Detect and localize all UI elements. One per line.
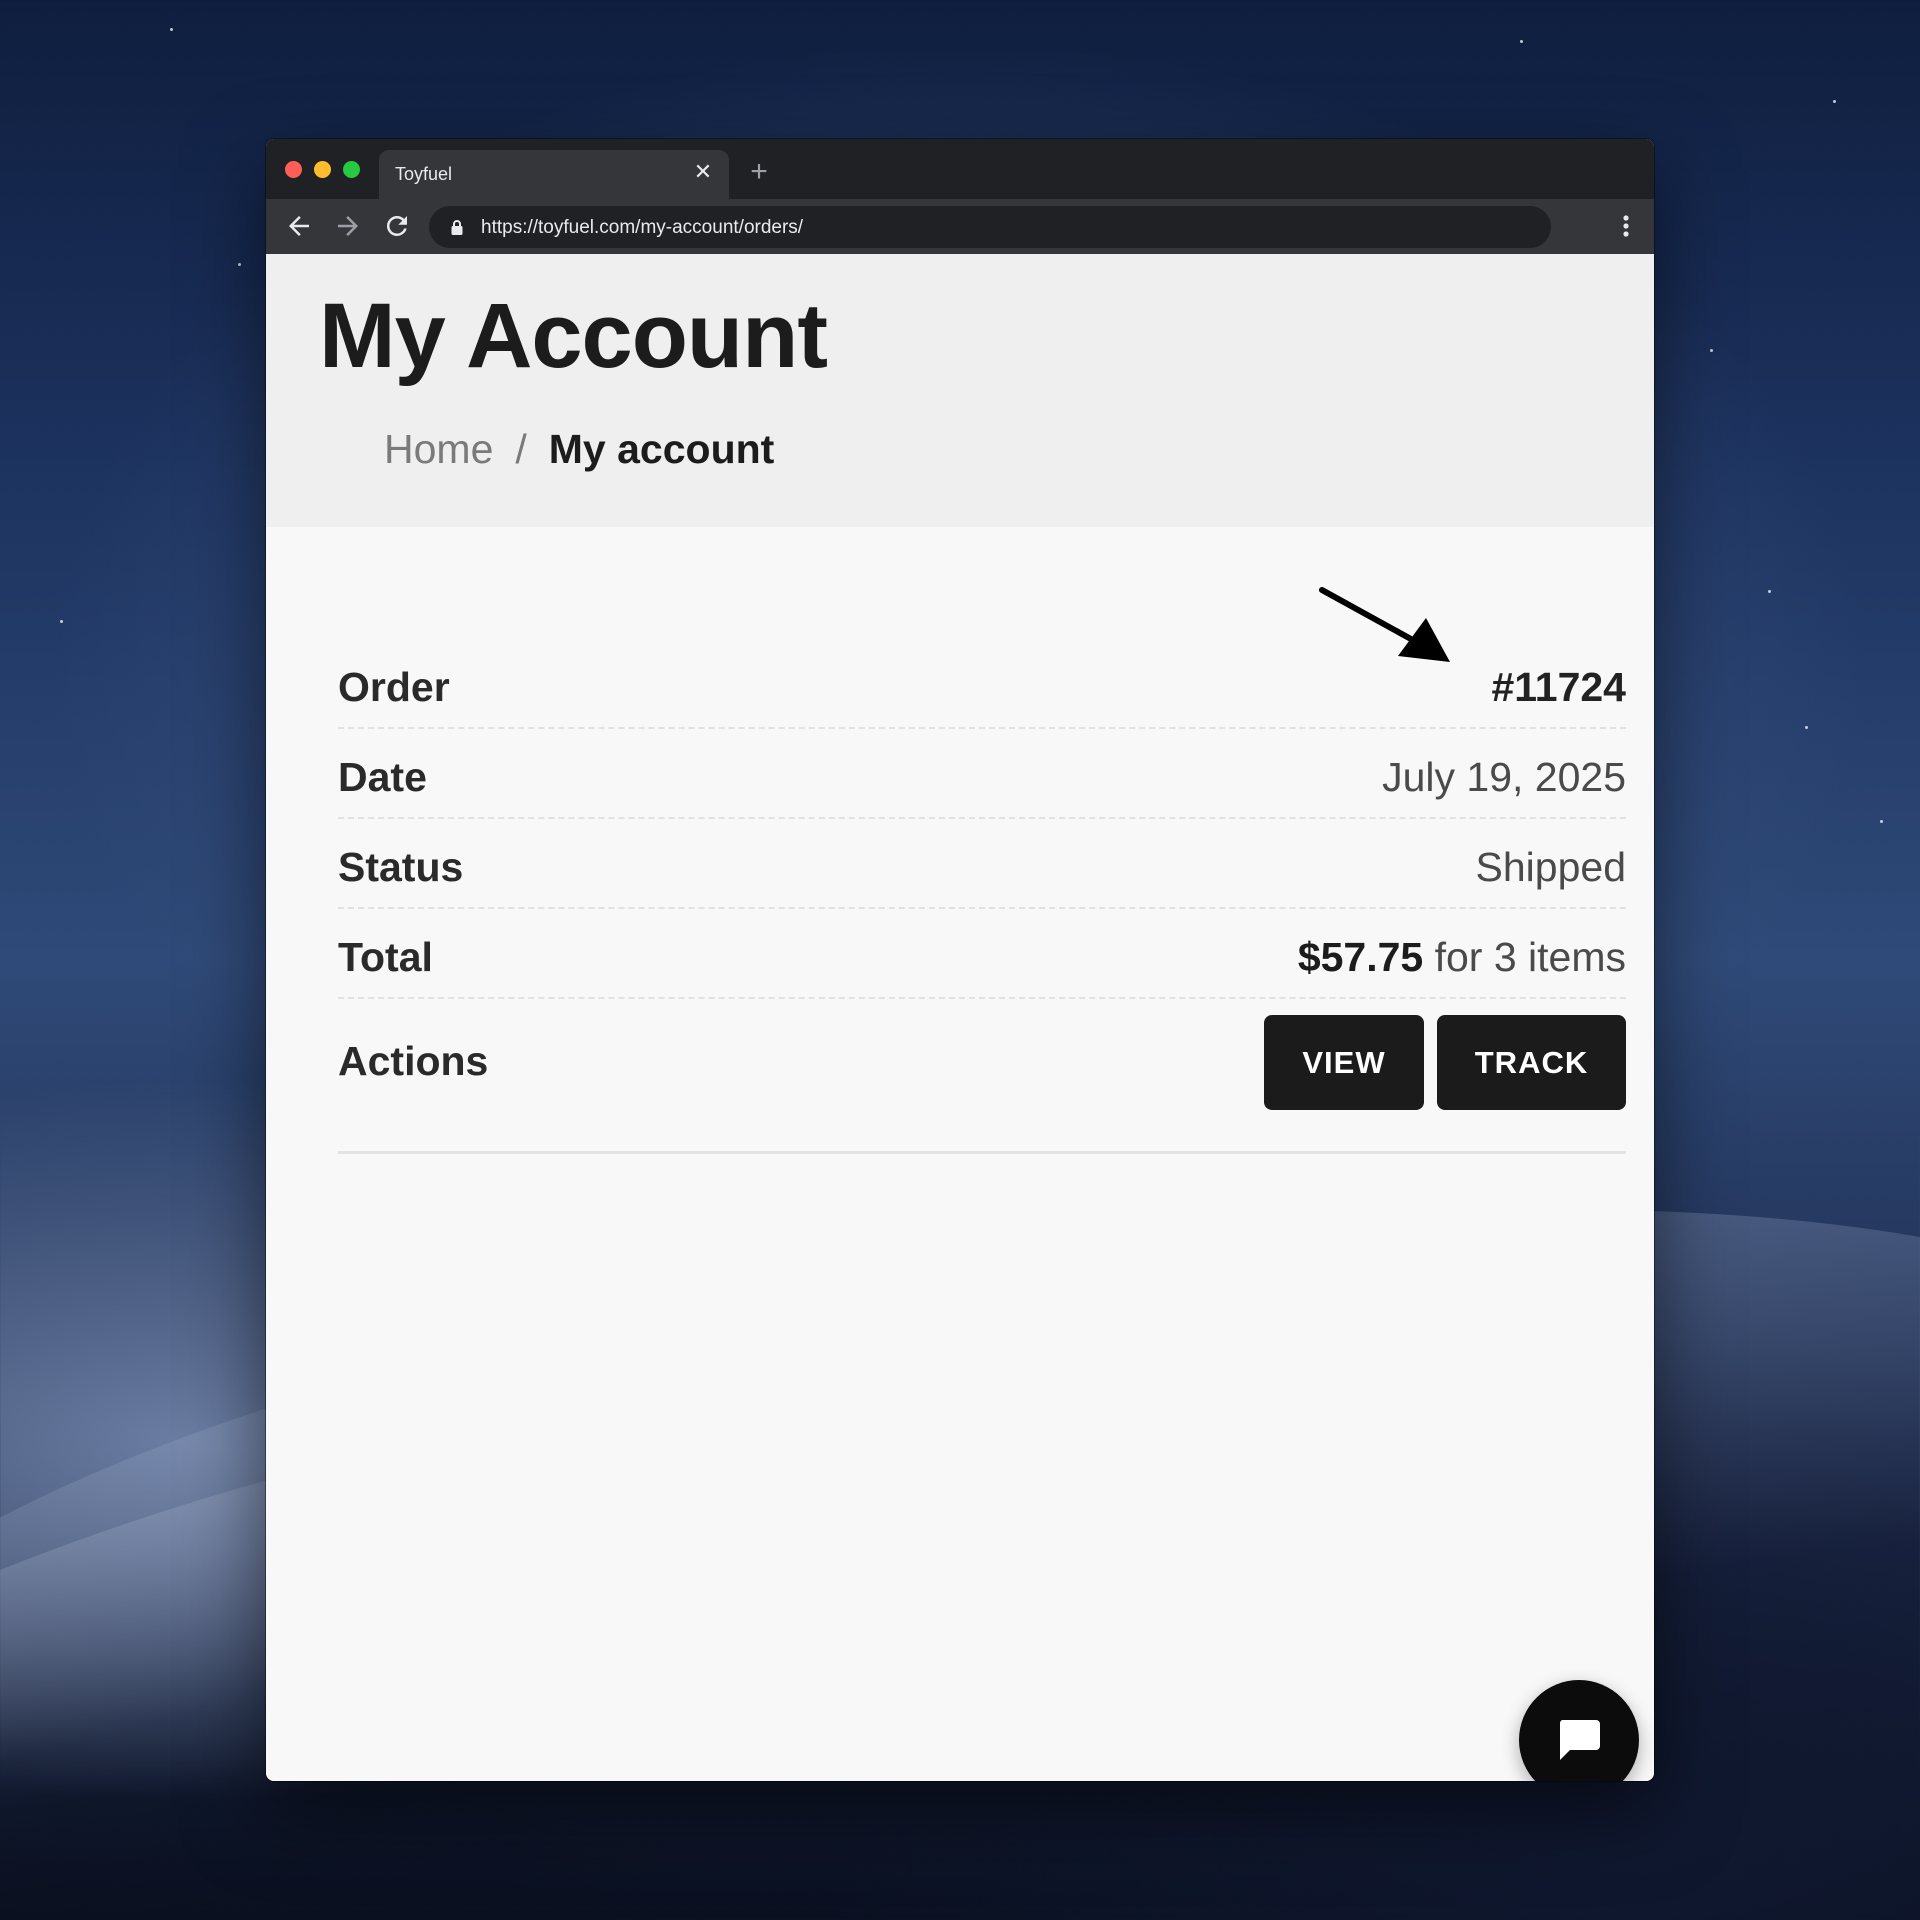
close-window-button[interactable] [285, 161, 302, 178]
order-number-row: Order #11724 [338, 639, 1626, 729]
wallpaper-star [1880, 820, 1883, 823]
maximize-window-button[interactable] [343, 161, 360, 178]
status-label: Status [338, 844, 464, 890]
order-actions-row: Actions VIEW TRACK [338, 999, 1626, 1154]
order-status-row: Status Shipped [338, 819, 1626, 909]
actions-label: Actions [338, 1038, 489, 1084]
tab-title: Toyfuel [395, 164, 453, 184]
wallpaper-star [1768, 590, 1771, 593]
order-total: $57.75 for 3 items [1298, 934, 1626, 981]
chat-icon [1559, 1720, 1600, 1760]
total-items-count: for 3 items [1423, 934, 1626, 980]
breadcrumb: Home / My account [384, 426, 774, 473]
browser-window: Toyfuel ✕ + https://toyfuel.com/my-accou… [266, 139, 1654, 1781]
order-status: Shipped [1475, 844, 1626, 890]
page-header: My Account Home / My account [266, 254, 1654, 527]
browser-toolbar: https://toyfuel.com/my-account/orders/ [266, 199, 1654, 254]
page-title: My Account [319, 285, 828, 387]
new-tab-button[interactable]: + [744, 157, 774, 187]
order-total-row: Total $57.75 for 3 items [338, 909, 1626, 999]
breadcrumb-current: My account [548, 426, 775, 472]
order-date: July 19, 2025 [1382, 754, 1626, 800]
wallpaper-star [1833, 100, 1836, 103]
breadcrumb-separator: / [515, 426, 527, 472]
reload-icon[interactable] [382, 211, 412, 241]
wallpaper-star [1520, 40, 1523, 43]
order-label: Order [338, 664, 450, 710]
browser-tab[interactable]: Toyfuel ✕ [379, 150, 729, 199]
wallpaper-star [238, 263, 241, 266]
order-details-table: Order #11724 Date July 19, 2025 Status S… [338, 639, 1626, 1154]
chat-widget-button[interactable] [1519, 1680, 1639, 1781]
date-label: Date [338, 754, 427, 800]
more-vert-icon[interactable] [1620, 211, 1632, 241]
url-text: https://toyfuel.com/my-account/orders/ [481, 217, 804, 238]
tab-close-icon[interactable]: ✕ [691, 160, 715, 184]
forward-arrow-icon[interactable] [333, 211, 363, 241]
track-order-button[interactable]: TRACK [1437, 1015, 1626, 1110]
wallpaper-star [1710, 349, 1713, 352]
breadcrumb-home-link[interactable]: Home [384, 426, 493, 472]
wallpaper-star [60, 620, 63, 623]
order-number: #11724 [1491, 664, 1626, 710]
tab-bar: Toyfuel ✕ + [266, 139, 1654, 199]
total-amount: $57.75 [1297, 934, 1424, 980]
minimize-window-button[interactable] [314, 161, 331, 178]
wallpaper-star [1805, 726, 1808, 729]
total-label: Total [338, 934, 433, 980]
view-order-button[interactable]: VIEW [1264, 1015, 1424, 1110]
back-arrow-icon[interactable] [284, 211, 314, 241]
lock-icon [449, 219, 465, 235]
order-date-row: Date July 19, 2025 [338, 729, 1626, 819]
wallpaper-star [170, 28, 173, 31]
address-bar[interactable]: https://toyfuel.com/my-account/orders/ [429, 206, 1551, 248]
page-content: My Account Home / My account Order #11724 … [266, 254, 1654, 1781]
